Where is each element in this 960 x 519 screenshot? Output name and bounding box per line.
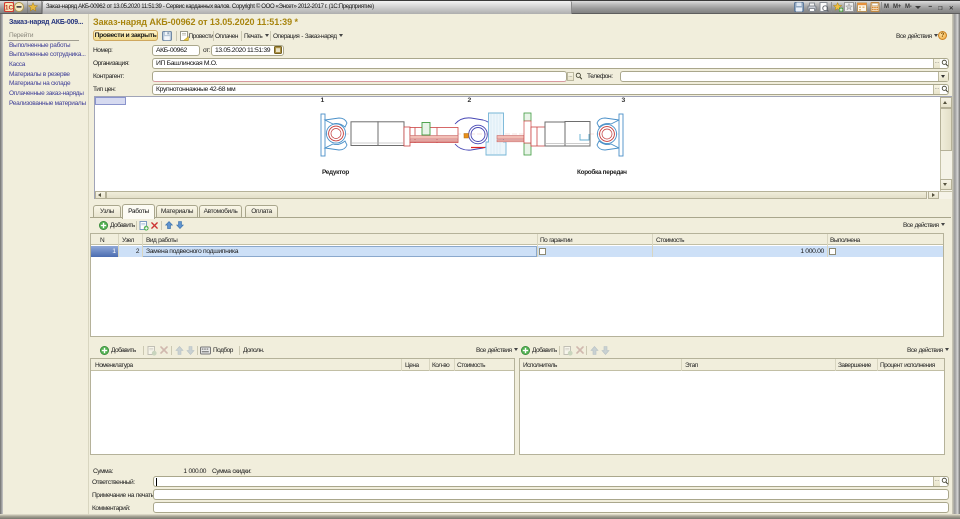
svg-text:1С: 1С (5, 5, 14, 12)
